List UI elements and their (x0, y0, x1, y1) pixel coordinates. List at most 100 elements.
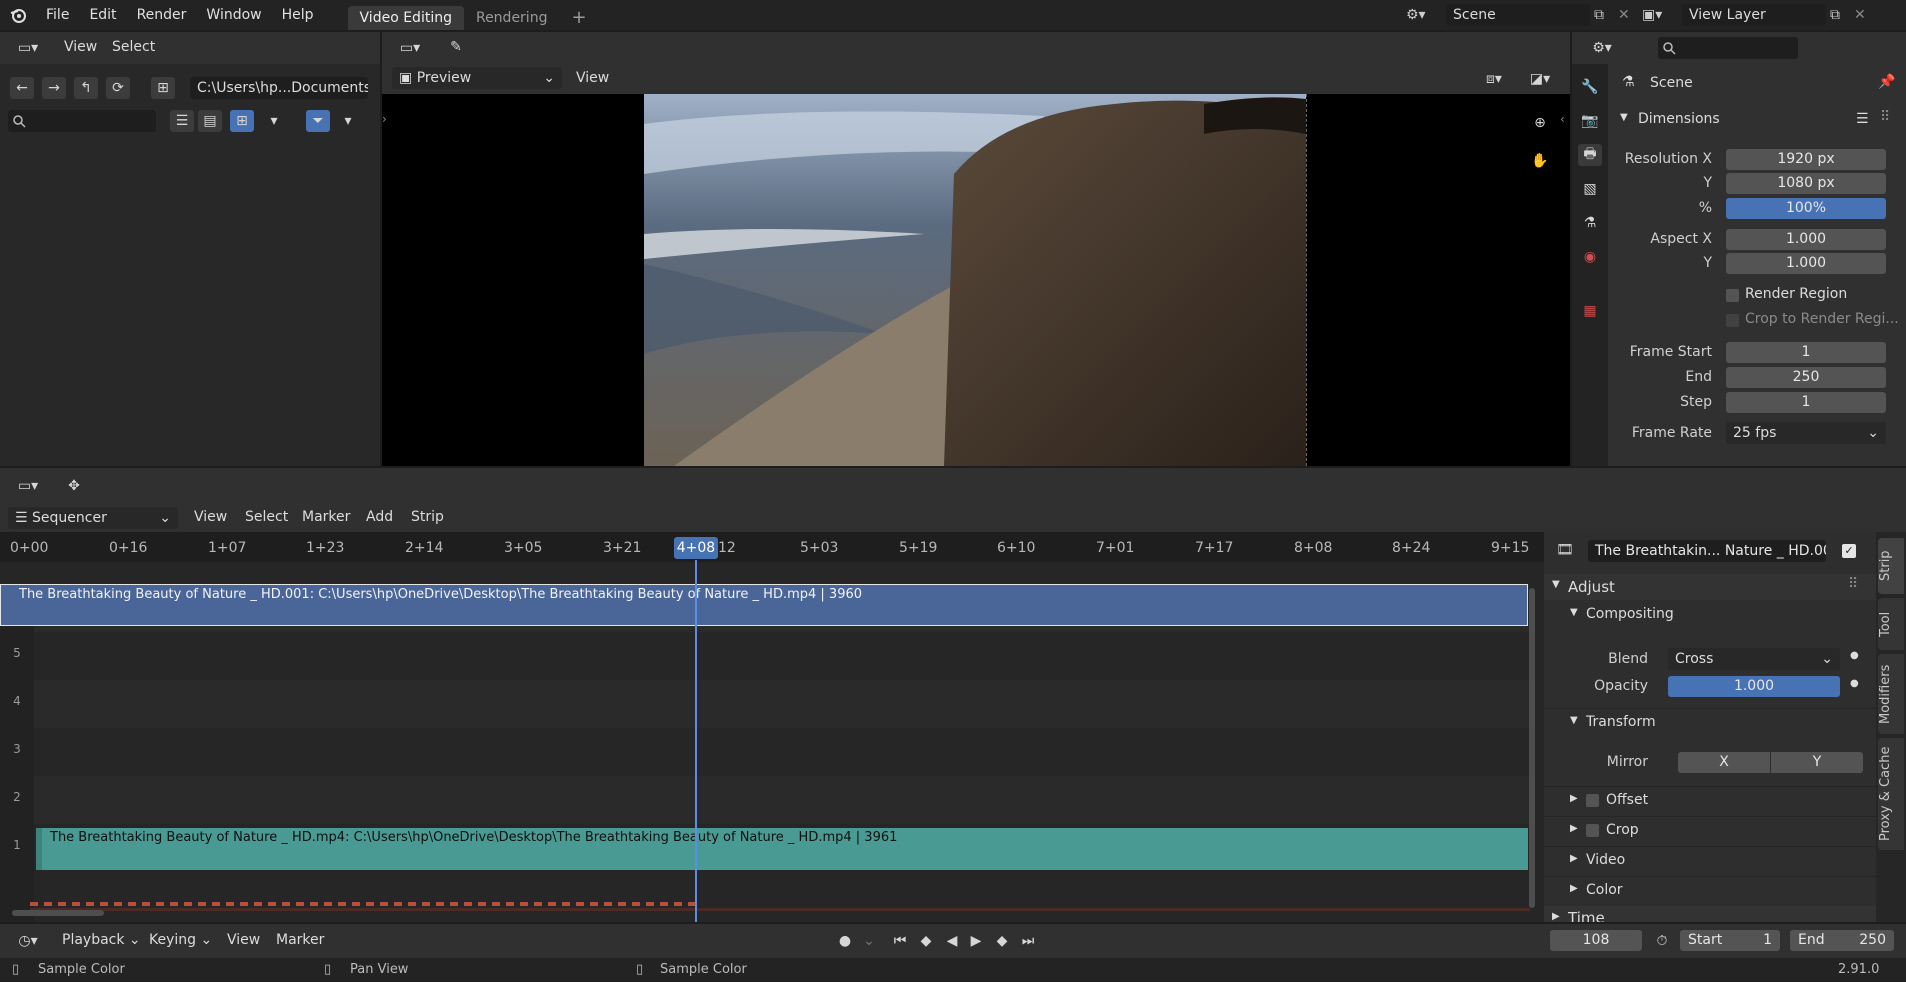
strip-movie[interactable]: The Breathtaking Beauty of Nature _ HD.m… (36, 828, 1528, 870)
pin-icon[interactable]: 📌 (1878, 74, 1895, 90)
presets-icon[interactable]: ☰ (1856, 111, 1869, 127)
jump-end-icon[interactable]: ⏭ (1016, 930, 1040, 952)
playhead-line[interactable] (695, 560, 697, 922)
properties-editor-type-icon[interactable]: ⚙▾ (1584, 37, 1620, 59)
timeline-menu-marker[interactable]: Marker (276, 932, 324, 948)
current-frame-badge[interactable]: 4+08 (674, 537, 718, 559)
view-layer-tab-icon[interactable]: ▧ (1578, 178, 1602, 200)
thumbnails-icon[interactable]: ⊞ (230, 110, 254, 132)
view-layer-icon[interactable]: ▣▾ (1642, 7, 1678, 23)
refresh-icon[interactable]: ⟳ (106, 77, 130, 99)
offset-subpanel-header[interactable]: ▶ Offset (1544, 786, 1876, 812)
jump-start-icon[interactable]: ⏮ (888, 930, 912, 952)
texture-tab-icon[interactable]: ▦ (1578, 300, 1602, 322)
tweak-tool-icon[interactable]: ✥ (62, 475, 86, 497)
blender-logo-icon[interactable] (0, 6, 36, 24)
sidebar-tab-proxy-cache[interactable]: Proxy & Cache (1878, 738, 1904, 850)
vertical-scrollbar[interactable] (1529, 588, 1535, 908)
sidebar-tab-tool[interactable]: Tool (1878, 598, 1904, 650)
frame-end-field[interactable]: 250 (1726, 367, 1886, 388)
dimensions-panel-header[interactable]: ▼ Dimensions ☰ ⠿ (1614, 108, 1902, 134)
menu-render[interactable]: Render (127, 0, 197, 30)
scene-name-field[interactable]: Scene (1446, 4, 1590, 26)
filter-dropdown-icon[interactable]: ▾ (336, 110, 360, 132)
file-browser-menu-view[interactable]: View (64, 39, 97, 55)
tab-rendering[interactable]: Rendering (464, 6, 560, 30)
new-scene-icon[interactable]: ⧉ (1594, 7, 1614, 23)
menu-file[interactable]: File (36, 0, 79, 30)
delete-view-layer-icon[interactable]: ✕ (1854, 7, 1874, 23)
adjust-panel-header[interactable]: ▼ Adjust ⠿ (1544, 574, 1876, 600)
mirror-y-toggle[interactable]: Y (1771, 752, 1863, 773)
mirror-x-toggle[interactable]: X (1678, 752, 1770, 773)
play-reverse-icon[interactable]: ◀ (940, 930, 964, 952)
aspect-x-field[interactable]: 1.000 (1726, 229, 1886, 250)
keyframe-dot-icon[interactable]: ● (1850, 650, 1859, 661)
record-icon[interactable]: ● (833, 930, 857, 952)
add-workspace-icon[interactable]: + (559, 6, 598, 30)
blend-mode-select[interactable]: Cross ⌄ (1668, 648, 1840, 670)
file-browser-menu-select[interactable]: Select (112, 39, 155, 55)
next-keyframe-icon[interactable]: ◆ (990, 930, 1014, 952)
crop-checkbox[interactable] (1586, 824, 1599, 837)
auto-keying-dropdown-icon[interactable]: ⌄ (857, 930, 881, 952)
zoom-icon[interactable]: ⊕ (1528, 112, 1552, 134)
sequencer-menu-add[interactable]: Add (366, 509, 393, 525)
world-tab-icon[interactable]: ◉ (1578, 246, 1602, 268)
horizontal-scrollbar[interactable] (12, 910, 104, 916)
crop-region-checkbox[interactable] (1726, 314, 1739, 327)
sidebar-tab-strip-label[interactable]: Strip (1878, 538, 1904, 594)
menu-help[interactable]: Help (272, 0, 324, 30)
view-layer-field[interactable]: View Layer (1682, 4, 1826, 26)
timeline-editor-type-icon[interactable]: ◷▾ (10, 930, 46, 952)
frame-rate-select[interactable]: 25 fps ⌄ (1726, 422, 1886, 444)
forward-icon[interactable]: → (42, 77, 66, 99)
transform-subpanel-header[interactable]: ▼ Transform (1544, 708, 1876, 734)
properties-search-input[interactable] (1658, 37, 1798, 59)
strip-movie-001[interactable]: The Breathtaking Beauty of Nature _ HD.0… (0, 584, 1528, 626)
directory-path-field[interactable]: C:\Users\hp...Documents\ (190, 77, 368, 99)
current-frame-field[interactable]: 108 (1550, 930, 1642, 951)
overlay-icon[interactable]: ⧈▾ (1476, 68, 1512, 90)
play-icon[interactable]: ▶ (964, 930, 988, 952)
file-search-input[interactable] (8, 110, 156, 132)
drag-handle-icon[interactable]: ⠿ (1880, 109, 1890, 125)
resolution-x-field[interactable]: 1920 px (1726, 149, 1886, 170)
sidebar-tab-modifiers[interactable]: Modifiers (1878, 654, 1904, 734)
tool-tab-icon[interactable]: 🔧 (1578, 76, 1602, 98)
sequencer-editor-type-icon[interactable]: ▭▾ (10, 475, 46, 497)
new-folder-icon[interactable]: ⊞ (151, 77, 175, 99)
render-tab-icon[interactable]: 📷 (1578, 110, 1602, 132)
preview-mode-select[interactable]: ▣ Preview ⌄ (392, 67, 562, 89)
offset-checkbox[interactable] (1586, 794, 1599, 807)
pan-hand-icon[interactable]: ✋ (1528, 150, 1552, 172)
filter-icon[interactable]: ⏷ (306, 110, 330, 132)
crop-subpanel-header[interactable]: ▶ Crop (1544, 816, 1876, 842)
toolbar-toggle-icon[interactable]: ‹ (1560, 112, 1565, 126)
sequencer-menu-marker[interactable]: Marker (302, 509, 350, 525)
color-subpanel-header[interactable]: ▶ Color (1544, 876, 1876, 902)
timeline-end-field[interactable]: End 250 (1790, 930, 1894, 951)
vertical-list-icon[interactable]: ☰ (170, 110, 194, 132)
prev-keyframe-icon[interactable]: ◆ (914, 930, 938, 952)
resolution-y-field[interactable]: 1080 px (1726, 173, 1886, 194)
frame-start-field[interactable]: 1 (1726, 342, 1886, 363)
sequencer-timeline[interactable]: 0+00 0+16 1+07 1+23 2+14 3+05 3+21 5+03 … (0, 532, 1544, 922)
timeline-menu-playback[interactable]: Playback ⌄ (62, 932, 141, 948)
display-settings-icon[interactable]: ▾ (262, 110, 286, 132)
horizontal-list-icon[interactable]: ▤ (198, 110, 222, 132)
timeline-menu-keying[interactable]: Keying ⌄ (149, 932, 212, 948)
editor-type-icon[interactable]: ▭▾ (8, 37, 48, 59)
sequencer-menu-select[interactable]: Select (245, 509, 288, 525)
preview-range-icon[interactable]: ⏱ (1650, 930, 1674, 952)
parent-dir-icon[interactable]: ↰ (74, 77, 98, 99)
new-view-layer-icon[interactable]: ⧉ (1830, 7, 1850, 23)
scene-icon[interactable]: ⚙▾ (1406, 7, 1442, 23)
time-ruler[interactable]: 0+00 0+16 1+07 1+23 2+14 3+05 3+21 5+03 … (0, 532, 1544, 562)
menu-window[interactable]: Window (196, 0, 271, 30)
strip-mute-checkbox[interactable]: ✓ (1842, 544, 1856, 558)
render-region-checkbox[interactable] (1726, 289, 1739, 302)
compositing-subpanel-header[interactable]: ▼ Compositing (1544, 602, 1876, 628)
resolution-percent-field[interactable]: 100% (1726, 198, 1886, 219)
menu-edit[interactable]: Edit (79, 0, 126, 30)
